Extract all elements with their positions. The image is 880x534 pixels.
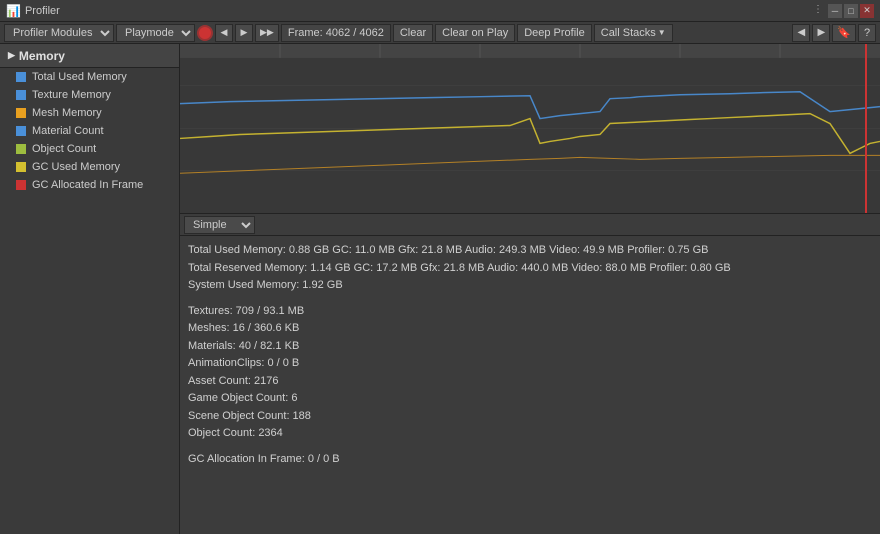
- call-stacks-dropdown-icon: ▼: [658, 28, 666, 37]
- profiler-graph[interactable]: [180, 44, 880, 214]
- gc-used-memory-swatch: [16, 162, 26, 172]
- anim-clips-stat: AnimationClips: 0 / 0 B: [188, 355, 872, 372]
- object-count-swatch: [16, 144, 26, 154]
- sidebar-item-texture-memory[interactable]: Texture Memory: [0, 86, 179, 104]
- stats-spacer-1: [188, 295, 872, 303]
- step-last-button[interactable]: ▶▶: [255, 24, 279, 42]
- sidebar-header-label: Memory: [19, 49, 65, 63]
- bottom-panel: Simple Detailed Total Used Memory: 0.88 …: [180, 214, 880, 534]
- game-object-count-stat: Game Object Count: 6: [188, 390, 872, 407]
- total-reserved-memory-stat: Total Reserved Memory: 1.14 GB GC: 17.2 …: [188, 260, 872, 277]
- minimize-button[interactable]: ─: [828, 4, 842, 18]
- back-button[interactable]: ◀: [792, 24, 810, 42]
- help-button[interactable]: ?: [858, 24, 876, 42]
- sidebar-header: ▶ Memory: [0, 44, 179, 68]
- meshes-stat: Meshes: 16 / 360.6 KB: [188, 320, 872, 337]
- mesh-memory-label: Mesh Memory: [32, 107, 102, 119]
- gc-used-memory-label: GC Used Memory: [32, 161, 120, 173]
- stats-area: Total Used Memory: 0.88 GB GC: 11.0 MB G…: [180, 236, 880, 474]
- fwd-button[interactable]: ▶: [812, 24, 830, 42]
- gc-allocated-swatch: [16, 180, 26, 190]
- window-title: Profiler: [25, 5, 810, 17]
- material-count-label: Material Count: [32, 125, 104, 137]
- sidebar-item-object-count[interactable]: Object Count: [0, 140, 179, 158]
- profiler-modules-select[interactable]: Profiler Modules: [4, 24, 114, 42]
- texture-memory-label: Texture Memory: [32, 89, 111, 101]
- total-used-memory-label: Total Used Memory: [32, 71, 127, 83]
- view-mode-select[interactable]: Simple Detailed: [184, 216, 255, 234]
- sidebar: ▶ Memory Total Used Memory Texture Memor…: [0, 44, 180, 534]
- sidebar-item-gc-used-memory[interactable]: GC Used Memory: [0, 158, 179, 176]
- window-controls: ⋮ ─ □ ✕: [810, 4, 874, 18]
- main-toolbar: Profiler Modules Playmode ◀ ▶ ▶▶ Frame: …: [0, 22, 880, 44]
- more-options-icon[interactable]: ⋮: [810, 4, 826, 18]
- frame-counter: Frame: 4062 / 4062: [281, 24, 391, 42]
- mesh-memory-swatch: [16, 108, 26, 118]
- textures-stat: Textures: 709 / 93.1 MB: [188, 303, 872, 320]
- record-button[interactable]: [197, 25, 213, 41]
- system-used-memory-stat: System Used Memory: 1.92 GB: [188, 277, 872, 294]
- main-content: ▶ Memory Total Used Memory Texture Memor…: [0, 44, 880, 534]
- total-used-memory-stat: Total Used Memory: 0.88 GB GC: 11.0 MB G…: [188, 242, 872, 259]
- sidebar-item-material-count[interactable]: Material Count: [0, 122, 179, 140]
- sidebar-item-total-used-memory[interactable]: Total Used Memory: [0, 68, 179, 86]
- bottom-toolbar: Simple Detailed: [180, 214, 880, 236]
- bookmark-button[interactable]: 🔖: [832, 24, 856, 42]
- materials-stat: Materials: 40 / 82.1 KB: [188, 338, 872, 355]
- asset-count-stat: Asset Count: 2176: [188, 373, 872, 390]
- material-count-swatch: [16, 126, 26, 136]
- memory-section-icon: ▶: [8, 50, 15, 61]
- clear-on-play-button[interactable]: Clear on Play: [435, 24, 515, 42]
- profiler-icon: 📊: [6, 4, 21, 18]
- maximize-button[interactable]: □: [844, 4, 858, 18]
- object-count-label: Object Count: [32, 143, 96, 155]
- sidebar-item-gc-allocated[interactable]: GC Allocated In Frame: [0, 176, 179, 194]
- deep-profile-button[interactable]: Deep Profile: [517, 24, 592, 42]
- step-next-button[interactable]: ▶: [235, 24, 253, 42]
- right-panel: Simple Detailed Total Used Memory: 0.88 …: [180, 44, 880, 534]
- clear-button[interactable]: Clear: [393, 24, 433, 42]
- title-bar: 📊 Profiler ⋮ ─ □ ✕: [0, 0, 880, 22]
- step-prev-button[interactable]: ◀: [215, 24, 233, 42]
- scene-object-count-stat: Scene Object Count: 188: [188, 408, 872, 425]
- graph-svg: [180, 44, 880, 213]
- sidebar-item-mesh-memory[interactable]: Mesh Memory: [0, 104, 179, 122]
- total-used-memory-swatch: [16, 72, 26, 82]
- object-count-stat: Object Count: 2364: [188, 425, 872, 442]
- texture-memory-swatch: [16, 90, 26, 100]
- close-button[interactable]: ✕: [860, 4, 874, 18]
- gc-alloc-stat: GC Allocation In Frame: 0 / 0 B: [188, 451, 872, 468]
- stats-spacer-2: [188, 443, 872, 451]
- gc-allocated-label: GC Allocated In Frame: [32, 179, 143, 191]
- playmode-select[interactable]: Playmode: [116, 24, 195, 42]
- call-stacks-button[interactable]: Call Stacks ▼: [594, 24, 673, 42]
